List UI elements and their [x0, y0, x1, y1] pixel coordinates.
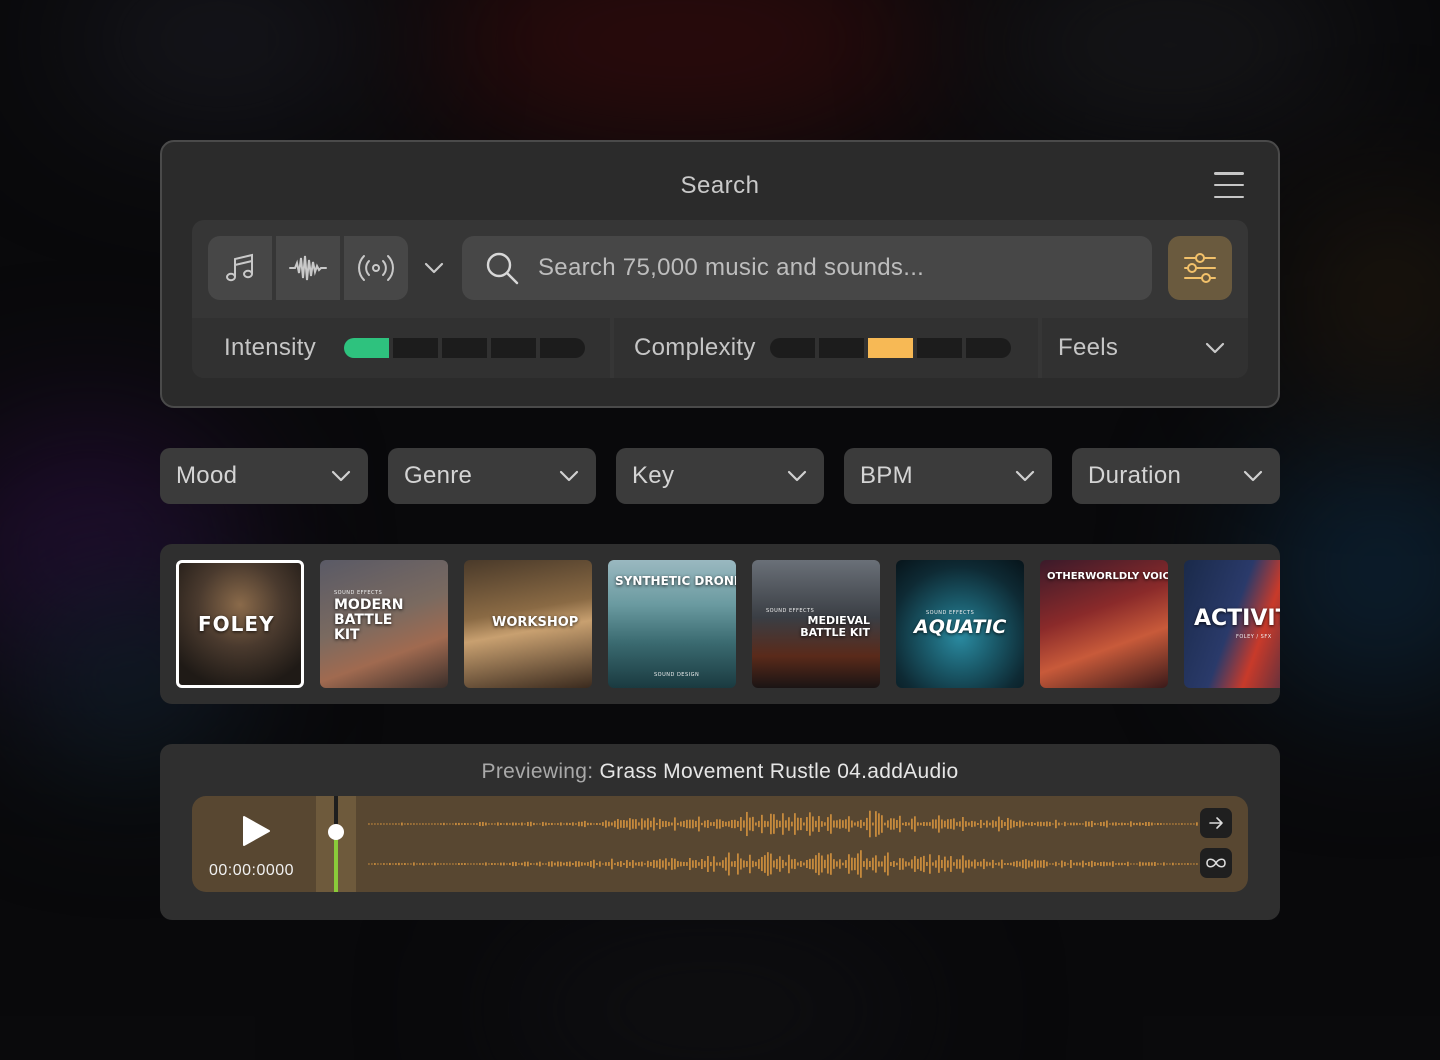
collection-carousel: FOLEY SOUND EFFECTS MODERN BATTLE KIT WO…	[160, 544, 1280, 704]
sliders-icon	[1184, 253, 1216, 283]
cover-otherworldly-voices[interactable]: OTHERWORLDLY VOICES	[1040, 560, 1168, 688]
complexity-segment-2[interactable]	[818, 338, 864, 358]
cover-title: MEDIEVAL BATTLE KIT	[800, 614, 870, 639]
key-dropdown[interactable]: Key	[616, 448, 824, 504]
music-note-icon	[226, 253, 253, 282]
duration-label: Duration	[1088, 462, 1182, 489]
playhead-handle[interactable]	[328, 824, 344, 840]
complexity-segment-3[interactable]	[867, 338, 913, 358]
waveform-graphic	[368, 810, 1198, 878]
feels-dropdown[interactable]: Feels	[1042, 318, 1248, 378]
mood-label: Mood	[176, 462, 238, 489]
duration-dropdown[interactable]: Duration	[1072, 448, 1280, 504]
bpm-label: BPM	[860, 462, 913, 489]
chevron-down-icon	[559, 470, 579, 482]
arrow-right-icon	[1209, 817, 1223, 829]
hamburger-menu-icon[interactable]	[1214, 172, 1244, 198]
chevron-down-icon	[424, 262, 444, 274]
preview-title: Previewing: Grass Movement Rustle 04.add…	[160, 760, 1280, 784]
sound-type-dropdown[interactable]	[420, 254, 448, 282]
feels-label: Feels	[1058, 334, 1119, 361]
next-button[interactable]	[1200, 808, 1232, 838]
broadcast-icon	[358, 255, 394, 281]
intensity-label: Intensity	[224, 334, 317, 361]
advanced-filters-button[interactable]	[1168, 236, 1232, 300]
music-type-button[interactable]	[208, 236, 272, 300]
cover-aquatic[interactable]: SOUND EFFECTS AQUATIC	[896, 560, 1024, 688]
cover-modern-battle-kit[interactable]: SOUND EFFECTS MODERN BATTLE KIT	[320, 560, 448, 688]
search-field	[462, 236, 1152, 300]
intensity-segment-3[interactable]	[442, 338, 488, 358]
waveform-icon	[289, 255, 327, 281]
complexity-segment-5[interactable]	[965, 338, 1011, 358]
attribute-row: Intensity Complexity Feels	[192, 318, 1248, 378]
complexity-segment-4[interactable]	[916, 338, 962, 358]
panel-title: Search	[680, 172, 760, 199]
cover-title: ACTIVIT	[1194, 606, 1280, 631]
mood-dropdown[interactable]: Mood	[160, 448, 368, 504]
cover-subtitle: SOUND DESIGN	[654, 672, 700, 678]
cover-medieval-battle-kit[interactable]: SOUND EFFECTS MEDIEVAL BATTLE KIT	[752, 560, 880, 688]
intensity-segment-1[interactable]	[344, 338, 390, 358]
loop-button[interactable]	[1200, 848, 1232, 878]
cover-workshop[interactable]: WORKSHOP	[464, 560, 592, 688]
intensity-segment-5[interactable]	[540, 338, 586, 358]
loop-icon	[1206, 858, 1226, 868]
bpm-dropdown[interactable]: BPM	[844, 448, 1052, 504]
sound-type-group	[208, 236, 408, 300]
radio-type-button[interactable]	[344, 236, 408, 300]
chevron-down-icon	[1243, 470, 1263, 482]
complexity-segment-1[interactable]	[769, 338, 815, 358]
chevron-down-icon	[787, 470, 807, 482]
complexity-label: Complexity	[634, 334, 756, 361]
chevron-down-icon	[1205, 342, 1225, 354]
cover-title: OTHERWORLDLY VOICES	[1047, 571, 1168, 582]
waveform-track[interactable]: 00:00:0000	[192, 796, 1248, 892]
search-panel: Search Search 75,000 music and sounds...…	[160, 140, 1280, 408]
genre-dropdown[interactable]: Genre	[388, 448, 596, 504]
timecode: 00:00:0000	[209, 862, 295, 879]
cover-title: MODERN BATTLE KIT	[334, 597, 404, 643]
key-label: Key	[632, 462, 675, 489]
cover-title: SYNTHETIC DRONES	[615, 574, 736, 588]
intensity-control: Intensity	[192, 318, 610, 378]
intensity-segment-2[interactable]	[393, 338, 439, 358]
cover-title: FOLEY	[198, 612, 275, 636]
preview-prefix: Previewing:	[481, 760, 594, 783]
cover-subtitle: FOLEY / SFX	[1236, 634, 1272, 640]
chevron-down-icon	[1015, 470, 1035, 482]
cover-title: AQUATIC	[914, 616, 1007, 638]
search-controls: Intensity Complexity Feels	[192, 220, 1248, 378]
preview-player: Previewing: Grass Movement Rustle 04.add…	[160, 744, 1280, 920]
search-icon	[486, 252, 519, 285]
intensity-segments	[344, 338, 586, 358]
genre-label: Genre	[404, 462, 473, 489]
filter-dropdowns: Mood Genre Key BPM Duration	[160, 448, 1280, 504]
play-icon[interactable]	[240, 814, 272, 848]
preview-filename: Grass Movement Rustle 04.addAudio	[599, 760, 959, 783]
search-input[interactable]	[538, 254, 1138, 282]
level-meter	[334, 838, 338, 892]
chevron-down-icon	[331, 470, 351, 482]
cover-activity[interactable]: ACTIVIT FOLEY / SFX	[1184, 560, 1280, 688]
cover-subtitle: SOUND EFFECTS	[334, 590, 383, 596]
sfx-type-button[interactable]	[276, 236, 340, 300]
complexity-segments	[769, 338, 1011, 358]
cover-synthetic-drones[interactable]: SYNTHETIC DRONES SOUND DESIGN	[608, 560, 736, 688]
cover-title: WORKSHOP	[492, 615, 579, 630]
cover-subtitle: SOUND EFFECTS	[766, 608, 815, 614]
cover-foley[interactable]: FOLEY	[176, 560, 304, 688]
intensity-segment-4[interactable]	[491, 338, 537, 358]
complexity-control: Complexity	[614, 318, 1038, 378]
